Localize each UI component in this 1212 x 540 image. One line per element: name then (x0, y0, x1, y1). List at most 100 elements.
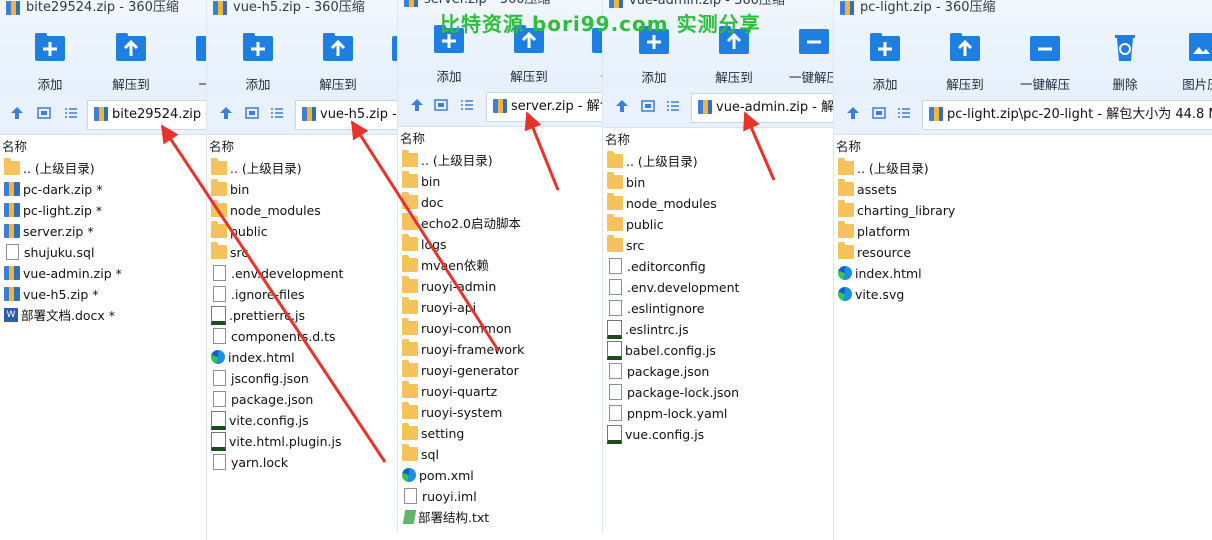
column-header-name[interactable]: 名称 (603, 130, 834, 150)
title-bar[interactable]: vue-h5.zip - 360压缩 (207, 0, 398, 18)
column-header-name[interactable]: 名称 (398, 129, 603, 149)
column-header-name[interactable]: 名称 (0, 137, 207, 157)
one-click-extract-button[interactable]: 一键解压 (1010, 32, 1080, 93)
list-item[interactable]: pc-dark.zip * (0, 179, 207, 200)
list-item[interactable]: echo2.0启动脚本 (398, 213, 603, 234)
list-item[interactable]: ruoyi-framework (398, 339, 603, 360)
list-item[interactable]: vite.config.js (207, 410, 398, 431)
list-item[interactable]: jsconfig.json (207, 368, 398, 389)
list-item[interactable]: sql (398, 444, 603, 465)
list-item[interactable]: doc (398, 192, 603, 213)
list-item[interactable]: yarn.lock (207, 452, 398, 473)
list-item[interactable]: server.zip * (0, 221, 207, 242)
list-item[interactable]: babel.config.js (603, 340, 834, 361)
list-item[interactable]: vite.svg (834, 284, 1212, 305)
list-item[interactable]: 部署结构.txt (398, 507, 603, 528)
list-item[interactable]: .. (上级目录) (398, 150, 603, 171)
list-item[interactable]: node_modules (603, 193, 834, 214)
list-item[interactable]: index.html (207, 347, 398, 368)
list-view-icon[interactable] (460, 98, 474, 112)
list-item[interactable]: .eslintrc.js (603, 319, 834, 340)
list-item[interactable]: src (207, 242, 398, 263)
thumbnail-view-icon[interactable] (872, 106, 886, 120)
thumbnail-view-icon[interactable] (245, 106, 259, 120)
list-item[interactable]: mvaen依赖 (398, 255, 603, 276)
list-item[interactable]: .ignore-files (207, 284, 398, 305)
list-item[interactable]: pnpm-lock.yaml (603, 403, 834, 424)
up-arrow-icon[interactable] (615, 99, 629, 113)
path-bar[interactable]: server.zip - 解包 (486, 92, 603, 122)
list-item[interactable]: ruoyi-system (398, 402, 603, 423)
list-item[interactable]: public (603, 214, 834, 235)
list-view-icon[interactable] (897, 106, 911, 120)
add-button[interactable]: 添加 (223, 32, 293, 93)
list-item[interactable]: package-lock.json (603, 382, 834, 403)
one-click-extract-button[interactable]: 一键解压 (779, 25, 834, 86)
list-item[interactable]: ruoyi.iml (398, 486, 603, 507)
path-bar[interactable]: pc-light.zip\pc-20-light - 解包大小为 44.8 MB (922, 100, 1212, 130)
path-bar[interactable]: bite29524.zip - 角 (87, 100, 207, 130)
up-arrow-icon[interactable] (219, 106, 233, 120)
list-view-icon[interactable] (270, 106, 284, 120)
delete-button[interactable]: 删除 (1090, 32, 1160, 93)
list-item[interactable]: bin (398, 171, 603, 192)
list-item[interactable]: .prettierrc.js (207, 305, 398, 326)
list-item[interactable]: node_modules (207, 200, 398, 221)
add-button[interactable]: 添加 (15, 32, 85, 93)
add-button[interactable]: 添加 (850, 32, 920, 93)
list-item[interactable]: .env.development (207, 263, 398, 284)
column-header-name[interactable]: 名称 (834, 137, 1212, 157)
list-item[interactable]: vue-h5.zip * (0, 284, 207, 305)
list-item[interactable]: public (207, 221, 398, 242)
list-item[interactable]: package.json (207, 389, 398, 410)
one-click-extract-button[interactable]: 一键 (176, 32, 207, 93)
extract-to-button[interactable]: 解压到 (303, 32, 373, 93)
list-item[interactable]: .. (上级目录) (0, 158, 207, 179)
one-click-extract-button[interactable]: 一 (372, 32, 398, 93)
up-arrow-icon[interactable] (10, 106, 24, 120)
thumbnail-view-icon[interactable] (434, 98, 448, 112)
list-item[interactable]: pc-light.zip * (0, 200, 207, 221)
path-bar[interactable]: vue-h5.zip - 解 (295, 100, 398, 130)
thumbnail-view-icon[interactable] (37, 106, 51, 120)
list-item[interactable]: components.d.ts (207, 326, 398, 347)
column-header-name[interactable]: 名称 (207, 137, 398, 157)
list-view-icon[interactable] (666, 99, 680, 113)
list-item[interactable]: ruoyi-common (398, 318, 603, 339)
image-compress-button[interactable]: 图片压 (1166, 32, 1212, 93)
extract-to-button[interactable]: 解压到 (96, 32, 166, 93)
up-arrow-icon[interactable] (846, 106, 860, 120)
list-item[interactable]: pom.xml (398, 465, 603, 486)
list-item[interactable]: .editorconfig (603, 256, 834, 277)
list-item[interactable]: shujuku.sql (0, 242, 207, 263)
list-item[interactable]: .. (上级目录) (834, 158, 1212, 179)
list-item[interactable]: bin (207, 179, 398, 200)
list-view-icon[interactable] (64, 106, 78, 120)
title-bar[interactable]: bite29524.zip - 360压缩 (0, 0, 207, 18)
list-item[interactable]: ruoyi-generator (398, 360, 603, 381)
thumbnail-view-icon[interactable] (641, 99, 655, 113)
list-item[interactable]: vue-admin.zip * (0, 263, 207, 284)
list-item[interactable]: vite.html.plugin.js (207, 431, 398, 452)
list-item[interactable]: charting_library (834, 200, 1212, 221)
list-item[interactable]: assets (834, 179, 1212, 200)
list-item[interactable]: package.json (603, 361, 834, 382)
list-item[interactable]: W 部署文档.docx * (0, 305, 207, 326)
list-item[interactable]: index.html (834, 263, 1212, 284)
list-item[interactable]: platform (834, 221, 1212, 242)
list-item[interactable]: logs (398, 234, 603, 255)
list-item[interactable]: resource (834, 242, 1212, 263)
list-item[interactable]: bin (603, 172, 834, 193)
list-item[interactable]: ruoyi-api (398, 297, 603, 318)
list-item[interactable]: ruoyi-quartz (398, 381, 603, 402)
extract-to-button[interactable]: 解压到 (930, 32, 1000, 93)
list-item[interactable]: .. (上级目录) (207, 158, 398, 179)
list-item[interactable]: setting (398, 423, 603, 444)
path-bar[interactable]: vue-admin.zip - 解包 (691, 93, 834, 123)
list-item[interactable]: .eslintignore (603, 298, 834, 319)
title-bar[interactable]: pc-light.zip - 360压缩 (834, 0, 1212, 18)
list-item[interactable]: .. (上级目录) (603, 151, 834, 172)
list-item[interactable]: ruoyi-admin (398, 276, 603, 297)
list-item[interactable]: .env.development (603, 277, 834, 298)
list-item[interactable]: vue.config.js (603, 424, 834, 445)
